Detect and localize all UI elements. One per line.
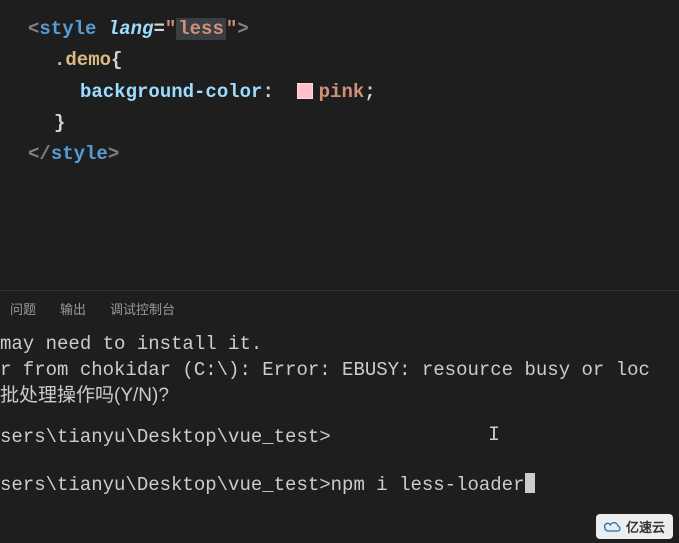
code-line-5: </style> [28,139,679,170]
code-line-1: <style lang="less"> [28,14,679,45]
terminal-input-line[interactable]: sers\tianyu\Desktop\vue_test>npm i less-… [0,473,679,499]
code-line-4: } [28,108,679,139]
tab-output[interactable]: 输出 [60,299,86,318]
terminal-line: r from chokidar (C:\): Error: EBUSY: res… [0,358,679,384]
terminal-line: 批处理操作吗(Y/N)? [0,383,679,409]
watermark-badge: 亿速云 [596,514,673,539]
terminal-command: npm i less-loader [331,474,525,496]
color-swatch-icon [297,83,313,99]
code-editor[interactable]: <style lang="less"> .demo{ background-co… [0,0,679,290]
terminal[interactable]: may need to install it. r from chokidar … [0,328,679,538]
tab-debug-console[interactable]: 调试控制台 [110,299,175,318]
terminal-line: may need to install it. [0,332,679,358]
tab-problems[interactable]: 问题 [10,299,36,318]
terminal-cursor-icon [525,473,535,493]
panel-tabbar: 问题 输出 调试控制台 [0,291,679,328]
watermark-text: 亿速云 [626,517,665,536]
code-line-2: .demo{ [28,45,679,76]
code-line-3: background-color: pink; [28,77,679,108]
terminal-prompt: sers\tianyu\Desktop\vue_test> [0,425,679,451]
cloud-icon [602,520,622,534]
